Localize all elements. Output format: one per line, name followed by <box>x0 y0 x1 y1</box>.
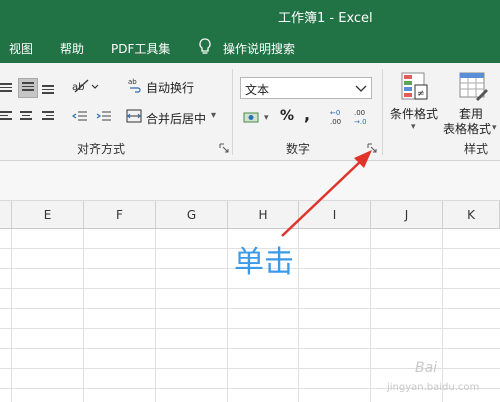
column-header-g[interactable]: G <box>156 201 228 229</box>
window-title: 工作簿1 - Excel <box>278 11 373 26</box>
ribbon: ab ab 自动换行 合并后居中 ▾ 对齐方式 文本 ▾ % , ←0 .00 … <box>0 63 500 161</box>
chevron-down-icon <box>355 85 367 92</box>
baidu-watermark: Bai jingyan.baidu.com <box>385 358 497 398</box>
comma-style-button[interactable]: , <box>304 105 310 124</box>
conditional-formatting-dropdown-arrow[interactable]: ▾ <box>411 122 416 132</box>
merge-center-dropdown-arrow[interactable]: ▾ <box>211 110 216 121</box>
merge-center-button[interactable]: 合并后居中 <box>146 110 206 127</box>
gridline <box>83 229 84 402</box>
gridline <box>370 229 371 402</box>
merge-center-icon <box>126 109 142 123</box>
align-top-icon[interactable] <box>0 83 14 95</box>
increase-decimal-icon[interactable]: ←0 .00 <box>330 107 348 127</box>
decrease-indent-icon[interactable] <box>71 110 87 122</box>
svg-text:.00: .00 <box>354 109 365 117</box>
conditional-formatting-icon: ≠ <box>401 72 428 100</box>
increase-indent-icon[interactable] <box>96 110 111 122</box>
tell-me-search[interactable]: 操作说明搜索 <box>223 40 295 57</box>
number-format-dialog-launcher-icon[interactable] <box>367 143 378 154</box>
watermark-url: jingyan.baidu.com <box>387 382 480 393</box>
menu-view[interactable]: 视图 <box>9 40 33 57</box>
menu-pdf-tools[interactable]: PDF工具集 <box>111 40 170 57</box>
alignment-group-label: 对齐方式 <box>77 142 126 156</box>
formula-bar-area <box>0 161 500 201</box>
styles-group-label: 样式 <box>464 142 489 156</box>
number-format-value: 文本 <box>245 83 270 97</box>
column-header-row: E F G H I J K <box>0 201 500 229</box>
click-annotation-label: 单击 <box>234 245 294 280</box>
group-separator <box>382 69 383 155</box>
svg-text:ab: ab <box>72 82 84 93</box>
gridline <box>0 328 500 329</box>
align-middle-icon[interactable] <box>18 78 38 98</box>
format-as-table-dropdown-arrow[interactable]: ▾ <box>492 123 497 133</box>
column-header-i[interactable]: I <box>299 201 371 229</box>
gridline <box>11 229 12 402</box>
accounting-dropdown-arrow[interactable]: ▾ <box>264 113 269 123</box>
gridline <box>0 288 500 289</box>
gridline <box>0 308 500 309</box>
svg-text:→.0: →.0 <box>354 118 367 126</box>
gridline <box>298 229 299 402</box>
align-right-icon[interactable] <box>42 111 56 123</box>
menu-help[interactable]: 帮助 <box>60 40 84 57</box>
svg-text:ab: ab <box>128 78 137 86</box>
column-header-h[interactable]: H <box>228 201 299 229</box>
number-format-dropdown[interactable]: 文本 <box>240 77 372 99</box>
align-left-icon[interactable] <box>0 111 14 123</box>
svg-text:.00: .00 <box>330 118 341 126</box>
align-center-icon[interactable] <box>20 111 34 123</box>
wrap-text-icon: ab <box>128 78 141 93</box>
group-separator <box>232 69 233 155</box>
column-header-f[interactable]: F <box>84 201 156 229</box>
column-header-k[interactable]: K <box>443 201 500 229</box>
orientation-icon[interactable]: ab <box>72 77 102 95</box>
title-bar: 工作簿1 - Excel <box>0 0 500 30</box>
format-as-table-button-line2[interactable]: 表格格式 <box>443 120 491 137</box>
svg-text:←0: ←0 <box>330 109 340 117</box>
wrap-text-button[interactable]: 自动换行 <box>146 79 194 96</box>
watermark-logo-text: Bai <box>415 360 438 376</box>
accounting-format-icon[interactable] <box>243 109 261 125</box>
alignment-dialog-launcher-icon[interactable] <box>219 143 230 154</box>
decrease-decimal-icon[interactable]: .00 →.0 <box>354 107 372 127</box>
format-as-table-icon <box>459 72 488 101</box>
lightbulb-icon <box>199 38 211 54</box>
excel-window: 工作簿1 - Excel 视图 帮助 PDF工具集 操作说明搜索 ab ab 自… <box>0 0 500 402</box>
svg-text:≠: ≠ <box>417 89 425 99</box>
conditional-formatting-button[interactable]: 条件格式 <box>390 105 438 122</box>
column-header-d[interactable] <box>0 201 12 229</box>
menu-bar: 视图 帮助 PDF工具集 操作说明搜索 <box>0 30 500 63</box>
percent-style-button[interactable]: % <box>280 108 294 124</box>
column-header-e[interactable]: E <box>12 201 84 229</box>
column-header-j[interactable]: J <box>371 201 443 229</box>
align-bottom-icon[interactable] <box>42 85 56 97</box>
gridline <box>0 348 500 349</box>
gridline <box>155 229 156 402</box>
number-group-label: 数字 <box>286 142 311 156</box>
gridline <box>227 229 228 402</box>
